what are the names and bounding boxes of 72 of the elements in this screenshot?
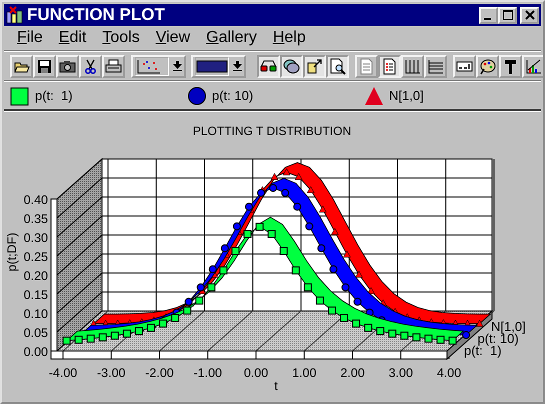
overlap-shapes-icon [283, 58, 300, 74]
toolbar-button[interactable] [56, 54, 79, 78]
maximize-button[interactable] [498, 6, 517, 24]
x-tick-label: 0.00 [244, 366, 268, 380]
menu-item[interactable]: Tools [95, 29, 149, 47]
toolbar-button[interactable] [102, 54, 125, 78]
dropdown-arrow-icon [233, 61, 242, 71]
toolbar-button[interactable] [378, 54, 401, 78]
y-tick-label: 0.00 [24, 345, 48, 359]
toolbar-button[interactable] [33, 54, 56, 78]
glasses-icon [260, 58, 277, 74]
x-tick-label: 4.00 [436, 366, 462, 380]
toolbar-button[interactable] [257, 54, 280, 78]
chart-title: PLOTTING T DISTRIBUTION [192, 124, 352, 138]
y-tick-label: 0.25 [24, 250, 48, 264]
pattern-swatch-icon [196, 58, 228, 74]
maximize-icon [502, 10, 512, 20]
scissors-icon [82, 58, 99, 74]
x-tick-label: -4.00 [48, 366, 78, 380]
document-magnifier-icon [329, 58, 346, 74]
toolbar-button[interactable] [476, 54, 499, 78]
toolbar-button[interactable] [424, 54, 447, 78]
document-icon [358, 58, 375, 74]
menu-item[interactable]: Edit [52, 29, 96, 47]
x-axis-label: t [274, 379, 278, 393]
menu-item[interactable]: Help [266, 29, 315, 47]
legend-label: p(t: 10) [212, 88, 254, 103]
toolbar-dropdown[interactable] [131, 54, 186, 78]
x-tick-label: -2.00 [145, 366, 174, 380]
bar-chart-icon [525, 58, 542, 74]
toolbar-button[interactable] [280, 54, 303, 78]
y-tick-label: 0.10 [24, 307, 48, 321]
toolbar-button[interactable] [453, 54, 476, 78]
toolbar-button[interactable] [79, 54, 102, 78]
y-tick-label: 0.15 [24, 288, 48, 302]
menu-item[interactable]: View [148, 29, 200, 47]
y-tick-label: 0.40 [24, 193, 48, 207]
legend-label: p(t: 1) [35, 88, 73, 103]
menu-item[interactable]: File [10, 29, 52, 47]
close-button[interactable] [520, 6, 539, 24]
y-tick-label: 0.20 [24, 269, 48, 283]
toolbar-button[interactable] [326, 54, 349, 78]
app-icon [6, 6, 24, 24]
dropdown-arrow-icon [173, 61, 182, 71]
list-document-icon [381, 58, 398, 74]
toolbar-button[interactable] [303, 54, 326, 78]
x-tick-label: 3.00 [388, 366, 413, 380]
x-tick-label: -3.00 [97, 366, 126, 380]
toolbar-button[interactable] [522, 54, 543, 78]
printer-icon [105, 58, 122, 74]
x-tick-label: 1.00 [292, 366, 316, 380]
document-arrow-icon [306, 58, 323, 74]
toolbar-button[interactable] [401, 54, 424, 78]
window-title: FUNCTION PLOT [27, 5, 166, 25]
x-tick-label: -1.00 [194, 366, 222, 380]
x-tick-label: 2.00 [340, 366, 365, 380]
minimize-icon [484, 18, 491, 20]
series-label: N[1,0] [491, 319, 526, 334]
minimize-button[interactable] [479, 6, 498, 24]
horizontal-grid-icon [427, 58, 444, 74]
toolbar-button[interactable] [10, 54, 33, 78]
palette-icon [479, 58, 496, 74]
legend-label: N[1,0] [389, 88, 424, 103]
close-icon [524, 10, 534, 20]
y-tick-label: 0.05 [24, 326, 48, 340]
toolbar-dropdown[interactable] [191, 54, 246, 78]
y-axis-label: p(t;DF) [5, 232, 19, 272]
y-tick-label: 0.30 [24, 231, 48, 245]
vertical-grid-icon [404, 58, 421, 74]
y-tick-label: 0.35 [24, 212, 48, 226]
toolbar-button[interactable] [499, 54, 522, 78]
menu-item[interactable]: Gallery [199, 29, 266, 47]
